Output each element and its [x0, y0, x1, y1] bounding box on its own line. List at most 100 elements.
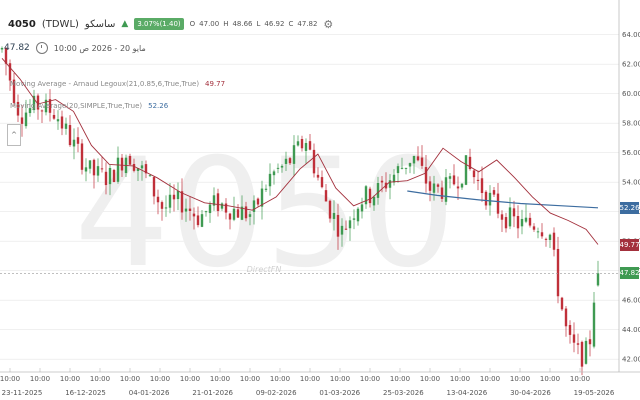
candle-body — [148, 175, 152, 177]
candle-body — [412, 155, 416, 164]
time-tick-label: 10:00 — [150, 375, 170, 383]
date-tick-label: 25-03-2026 — [383, 389, 424, 397]
candle-body — [224, 203, 228, 213]
indicator-sma-legend[interactable]: Moving Average(20,SIMPLE,True,True) 52.2… — [10, 102, 168, 110]
candle-body — [448, 176, 452, 179]
candle-body — [288, 158, 292, 164]
candle-body — [332, 212, 336, 219]
candle-body — [452, 175, 456, 185]
time-tick-label: 10:00 — [240, 375, 260, 383]
candle-body — [272, 171, 276, 176]
price-tick-label: 64.00 — [622, 31, 640, 39]
candle-body — [264, 188, 268, 190]
price-axis[interactable]: 64.0062.0060.0058.0056.0054.0052.0050.00… — [622, 31, 640, 364]
candle-body — [484, 191, 488, 206]
candle-body — [320, 177, 324, 188]
candle-body — [220, 203, 224, 209]
date-tick-label: 01-03-2026 — [319, 389, 360, 397]
candle-body — [176, 190, 180, 200]
price-tick-label: 62.00 — [622, 61, 640, 69]
candle-body — [304, 143, 308, 151]
candle-body — [236, 209, 240, 218]
candle-body — [128, 155, 132, 165]
candle-body — [80, 143, 84, 170]
candle-body — [164, 207, 168, 209]
candle-body — [100, 168, 104, 170]
price-tick-label: 44.00 — [622, 326, 640, 334]
candle-body — [376, 183, 380, 198]
price-chart[interactable]: 4050 DirectFN 64.00 62.00 60.00 58.00 56.00 5… — [0, 0, 640, 400]
candle-body — [456, 186, 460, 189]
candle-body — [352, 218, 356, 220]
date-tick-label: 19-05-2026 — [574, 389, 615, 397]
candle-body — [356, 208, 360, 222]
candle-body — [340, 225, 344, 235]
candle-body — [172, 194, 176, 200]
candle-body — [184, 208, 188, 212]
candle-body — [576, 343, 580, 345]
time-tick-label: 10:00 — [210, 375, 230, 383]
candle-body — [52, 114, 56, 119]
time-tick-label: 10:00 — [330, 375, 350, 383]
candle-body — [464, 155, 468, 185]
candle-body — [360, 204, 364, 212]
clock-icon — [35, 42, 48, 54]
ohlc-values: O 47.00 H 48.66 L 46.92 C 47.82 — [189, 20, 318, 28]
candle-body — [520, 218, 524, 227]
last-price: 47.82 — [4, 43, 30, 53]
candle-body — [108, 167, 112, 185]
candle-body — [552, 232, 556, 250]
candle-body — [544, 238, 548, 240]
candle-body — [8, 63, 12, 81]
last-price-tag: 47.82 — [619, 267, 640, 280]
price-tick-label: 56.00 — [622, 149, 640, 157]
candle-body — [116, 157, 120, 182]
candle-body — [416, 156, 420, 161]
price-tick-label: 46.00 — [622, 297, 640, 305]
date-tick-label: 30-04-2026 — [510, 389, 551, 397]
date-tick-label: 13-04-2026 — [447, 389, 488, 397]
candle-body — [192, 213, 196, 217]
candle-body — [20, 117, 24, 124]
candle-body — [480, 178, 484, 194]
candle-body — [76, 137, 80, 144]
price-tick-label: 58.00 — [622, 120, 640, 128]
time-tick-label: 10:00 — [480, 375, 500, 383]
chevron-up-icon: ^ — [11, 131, 17, 139]
candle-body — [396, 166, 400, 174]
candle-body — [336, 214, 340, 237]
candle-body — [504, 217, 508, 229]
candle-body — [292, 145, 296, 164]
date-tick-label: 04-01-2026 — [129, 389, 170, 397]
indicator-alma-legend[interactable]: Moving Average - Arnaud Legoux(21,0.85,6… — [10, 80, 225, 88]
time-tick-label: 10:00 — [270, 375, 290, 383]
candle-body — [0, 47, 4, 50]
candle-body — [120, 157, 124, 171]
candle-body — [548, 234, 552, 240]
candle-body — [428, 181, 432, 191]
candle-body — [404, 167, 408, 169]
candle-body — [368, 188, 372, 204]
candle-body — [96, 166, 100, 176]
candle-body — [268, 173, 272, 187]
candle-body — [152, 177, 156, 197]
change-badge: 3.07%(1.40) — [134, 18, 184, 30]
time-tick-label: 10:00 — [510, 375, 530, 383]
chart-header: 4050 (TDWL) ساسكو ▲ 3.07%(1.40) O 47.00 H… — [8, 16, 333, 32]
collapse-legend-button[interactable]: ^ — [7, 124, 21, 146]
candle-body — [300, 139, 304, 149]
date-tick-label: 23-11-2025 — [2, 389, 43, 397]
candle-body — [196, 215, 200, 226]
candle-body — [528, 217, 532, 226]
time-tick-label: 10:00 — [120, 375, 140, 383]
candle-body — [84, 167, 88, 172]
candle-body — [424, 167, 428, 184]
candle-body — [60, 116, 64, 129]
indicator-name: Moving Average(20,SIMPLE,True,True) — [10, 102, 143, 110]
candle-body — [88, 160, 92, 169]
candle-body — [348, 220, 352, 229]
candle-body — [568, 325, 572, 335]
gear-icon[interactable]: ⚙ — [323, 18, 333, 31]
candle-body — [444, 177, 448, 202]
chart-subheader: 47.82 مايو 20 - 2026 ص 10:00 — [4, 42, 146, 54]
